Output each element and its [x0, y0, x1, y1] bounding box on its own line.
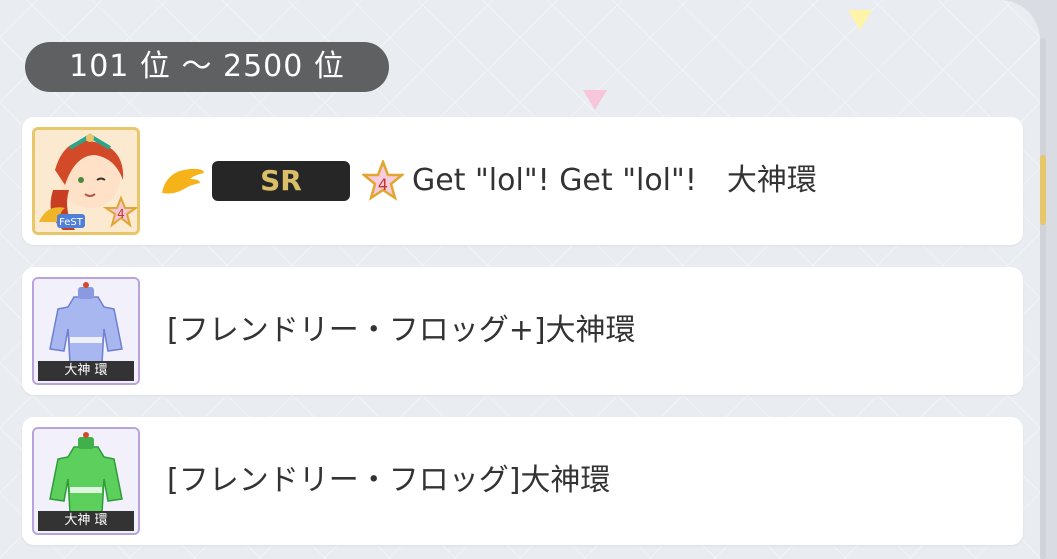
- costume-blue-icon[interactable]: 大神 環: [32, 277, 140, 385]
- svg-text:4: 4: [378, 175, 388, 194]
- rank-range-label: 101 位 ～ 2500 位: [25, 42, 389, 92]
- card-portrait-icon[interactable]: FeST 4: [32, 127, 140, 235]
- ranking-rewards-panel: 101 位 ～ 2500 位 FeST 4 SR 4 Get "lol"! Ge…: [0, 0, 1040, 559]
- reward-title: [フレンドリー・フロッグ+]大神環: [167, 313, 636, 348]
- decor-triangle-pink: [583, 90, 607, 110]
- thumb-star-level: 4: [117, 207, 125, 221]
- reward-row-costume[interactable]: 大神 環 [フレンドリー・フロッグ]大神環: [22, 417, 1023, 545]
- costume-green-icon[interactable]: 大神 環: [32, 427, 140, 535]
- character-name-plate: 大神 環: [38, 511, 134, 531]
- wing-icon: [162, 168, 204, 194]
- decor-triangle-yellow: [848, 10, 872, 30]
- star-level-icon: 4: [362, 160, 404, 201]
- reward-row-costume-plus[interactable]: 大神 環 [フレンドリー・フロッグ+]大神環: [22, 267, 1023, 395]
- reward-title: [フレンドリー・フロッグ]大神環: [167, 463, 611, 498]
- fest-badge: FeST: [59, 217, 84, 228]
- rarity-badge: SR: [212, 161, 350, 201]
- reward-row-card[interactable]: FeST 4 SR 4 Get "lol"! Get "lol"! 大神環: [22, 117, 1023, 245]
- character-name-plate: 大神 環: [38, 361, 134, 381]
- reward-title: Get "lol"! Get "lol"! 大神環: [412, 163, 817, 198]
- scrollbar-thumb[interactable]: [1040, 155, 1046, 225]
- scrollbar-track[interactable]: [1040, 38, 1046, 559]
